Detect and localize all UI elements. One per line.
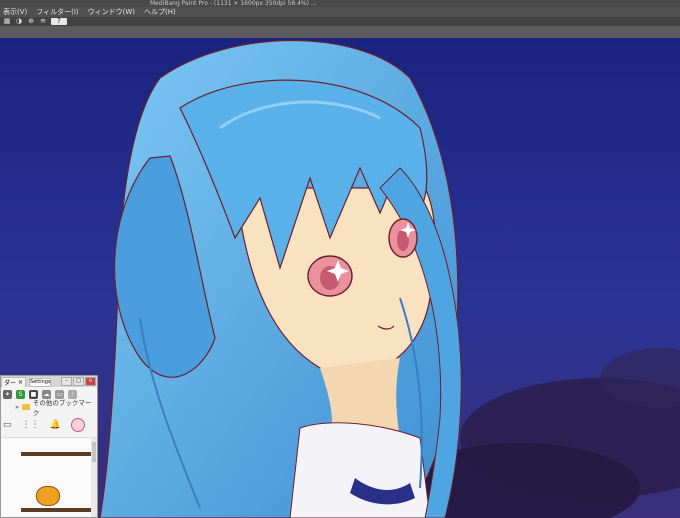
minimize-icon[interactable]: –: [61, 377, 72, 386]
evernote-icon[interactable]: S: [16, 389, 25, 399]
browser-tab[interactable]: ダー ×: [1, 377, 27, 387]
close-icon[interactable]: ×: [85, 377, 96, 386]
contrast-icon[interactable]: ◑: [15, 18, 23, 25]
info-icon[interactable]: ⊕: [27, 18, 35, 25]
video-icon[interactable]: ▭: [3, 420, 12, 430]
puzzle-icon[interactable]: ✦: [3, 389, 12, 399]
menu-filter[interactable]: フィルター(I): [36, 7, 78, 17]
menu-bar: 表示(V) フィルター(I) ウィンドウ(W) ヘルプ(H): [0, 7, 680, 17]
shelf: [21, 452, 91, 456]
shirt-collar: [289, 422, 431, 518]
apps-grid-icon[interactable]: ⋮⋮: [22, 420, 40, 430]
browser-tab-strip: ダー × Settings – □ ×: [1, 376, 97, 387]
window-titlebar: MediBang Paint Pro - (1131 × 1600px 350d…: [0, 0, 680, 7]
browser-tab-settings[interactable]: Settings: [29, 378, 52, 387]
window-title: MediBang Paint Pro - (1131 × 1600px 350d…: [150, 0, 317, 7]
page-content: [1, 438, 97, 517]
grid-icon[interactable]: ▦: [3, 18, 11, 25]
menu-window[interactable]: ウィンドウ(W): [88, 7, 135, 17]
help-icon[interactable]: ?: [51, 18, 67, 25]
menu-view[interactable]: 表示(V): [3, 7, 27, 17]
shelf: [21, 508, 91, 512]
layers-icon[interactable]: ≋: [39, 18, 47, 25]
menu-help[interactable]: ヘルプ(H): [144, 7, 176, 17]
command-bar: ▦ ◑ ⊕ ≋ ?: [0, 17, 680, 26]
illustration: [0, 38, 680, 518]
scrollbar[interactable]: [91, 438, 97, 517]
window-controls: – □ ×: [61, 377, 96, 386]
scrollbar-thumb[interactable]: [92, 442, 96, 462]
browser-tab-label: ダー: [4, 380, 17, 387]
maximize-icon[interactable]: □: [73, 377, 84, 386]
pumpkin-image: [36, 486, 60, 506]
drawing-canvas[interactable]: [0, 38, 680, 518]
avatar[interactable]: [70, 418, 85, 432]
folder-icon: [21, 404, 30, 410]
tab-close-icon[interactable]: ×: [18, 379, 23, 386]
browser-window[interactable]: ダー × Settings – □ × ✦ S ■ ☁ ▭ ⋮ » その他のブッ…: [0, 375, 98, 518]
bookmark-overflow[interactable]: »: [15, 403, 19, 411]
bookmarks-bar: » その他のブックマーク: [1, 399, 97, 417]
bell-icon[interactable]: 🔔: [50, 420, 61, 430]
bookmark-other[interactable]: その他のブックマーク: [33, 397, 97, 417]
